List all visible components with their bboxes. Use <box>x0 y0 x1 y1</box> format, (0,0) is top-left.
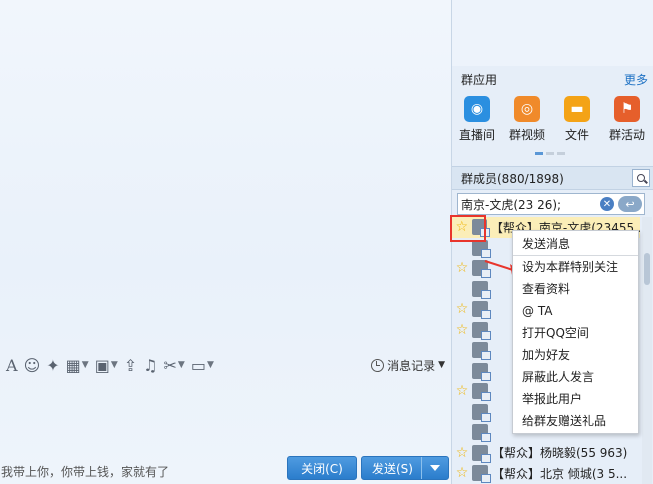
menu-item-report[interactable]: 举报此用户 <box>513 388 638 410</box>
highlight-box <box>450 215 486 242</box>
message-log-label: 消息记录 <box>387 358 436 373</box>
menu-item-special-follow[interactable]: 设为本群特别关注 <box>513 256 638 278</box>
avatar <box>472 424 491 443</box>
announcement-area <box>452 0 653 66</box>
member-search-input[interactable]: 南京-文虎(23 26); ✕ ↩ <box>457 193 645 215</box>
menu-item-mute[interactable]: 屏蔽此人发言 <box>513 366 638 388</box>
chevron-down-icon <box>430 465 440 471</box>
scissors-icon[interactable]: ✂ ▼ <box>164 353 185 377</box>
members-title: 群成员(880/1898) <box>461 171 564 186</box>
input-toolbar: A ☺ ✦ ▦ ▼ ▣ ▼ ⇪ ♫ ✂ ▼ ▭ ▼ 消息记录 ▼ <box>0 353 451 377</box>
enter-icon[interactable]: ↩ <box>618 196 642 212</box>
menu-item-view-profile[interactable]: 查看资料 <box>513 278 638 300</box>
page-dots <box>535 152 565 155</box>
group-apps-header: 群应用 更多 <box>452 68 653 90</box>
star-icon: ☆ <box>455 260 469 277</box>
chat-pane: A ☺ ✦ ▦ ▼ ▣ ▼ ⇪ ♫ ✂ ▼ ▭ ▼ 消息记录 ▼ 我带上你，你带上钱，家… <box>0 0 451 484</box>
gif-icon[interactable]: ▦ ▼ <box>66 353 89 377</box>
more-link[interactable]: 更多 <box>624 71 648 88</box>
screen-icon[interactable]: ▭ ▼ <box>191 353 214 377</box>
member-name: 【帮众】北京 倾城(3 5... <box>492 466 628 481</box>
group-video-icon: ◎ <box>514 96 540 122</box>
avatar <box>472 403 491 422</box>
avatar <box>472 444 491 463</box>
group-activity-icon: ⚑ <box>614 96 640 122</box>
avatar <box>472 239 491 258</box>
shake-icon[interactable]: ✦ <box>46 353 59 377</box>
music-icon[interactable]: ♫ <box>143 353 157 377</box>
member-row[interactable]: ☆ 【帮众】北京 倾城(3 5... <box>452 463 640 484</box>
menu-item-send-gift[interactable]: 给群友赠送礼品 <box>513 410 638 432</box>
member-name: 【帮众】杨晓毅(55 963) <box>492 446 628 461</box>
upload-icon[interactable]: ⇪ <box>124 353 137 377</box>
avatar <box>472 383 491 402</box>
app-live-room[interactable]: ◉ 直播间 <box>452 96 502 146</box>
members-header: 群成员(880/1898) <box>452 166 653 190</box>
menu-item-at[interactable]: @ TA <box>513 300 638 322</box>
group-apps-title: 群应用 <box>461 72 498 87</box>
star-icon: ☆ <box>455 383 469 400</box>
avatar <box>472 465 491 484</box>
close-button[interactable]: 关闭(C) <box>287 456 357 480</box>
menu-item-open-qzone[interactable]: 打开QQ空间 <box>513 322 638 344</box>
scrollbar[interactable] <box>642 217 652 484</box>
message-input[interactable]: 我带上你，你带上钱，家就有了 <box>1 463 169 480</box>
image-icon[interactable]: ▣ ▼ <box>95 353 118 377</box>
group-apps: ◉ 直播间 ◎ 群视频 ▬ 文件 ⚑ 群活动 <box>452 96 653 146</box>
star-icon: ☆ <box>455 444 469 461</box>
avatar <box>472 301 491 320</box>
app-label: 文件 <box>564 128 589 142</box>
chevron-down-icon: ▼ <box>438 360 445 370</box>
send-options-button[interactable] <box>421 457 448 479</box>
search-icon[interactable] <box>632 169 650 187</box>
app-files[interactable]: ▬ 文件 <box>552 96 602 146</box>
member-search-value: 南京-文虎(23 26); <box>461 197 562 212</box>
app-label: 群活动 <box>608 128 645 142</box>
send-button[interactable]: 发送(S) <box>361 456 449 480</box>
clock-icon <box>371 358 385 372</box>
app-label: 群视频 <box>508 128 545 142</box>
avatar <box>472 280 491 299</box>
menu-item-add-friend[interactable]: 加为好友 <box>513 344 638 366</box>
context-menu: 发送消息 设为本群特别关注 查看资料 @ TA 打开QQ空间 加为好友 屏蔽此人… <box>512 230 639 434</box>
avatar <box>472 342 491 361</box>
live-room-icon: ◉ <box>464 96 490 122</box>
star-icon: ☆ <box>455 465 469 482</box>
avatar <box>472 321 491 340</box>
avatar <box>472 362 491 381</box>
emoji-icon[interactable]: ☺ <box>24 353 41 377</box>
font-icon[interactable]: A <box>6 353 18 377</box>
star-icon: ☆ <box>455 321 469 338</box>
message-log-button[interactable]: 消息记录 ▼ <box>371 353 445 377</box>
app-label: 直播间 <box>458 128 495 142</box>
send-label: 发送(S) <box>372 461 413 476</box>
menu-item-send-message[interactable]: 发送消息 <box>513 233 638 256</box>
scrollbar-thumb[interactable] <box>644 253 650 285</box>
star-icon: ☆ <box>455 301 469 318</box>
app-group-activity[interactable]: ⚑ 群活动 <box>602 96 652 146</box>
member-row[interactable]: ☆ 【帮众】杨晓毅(55 963) <box>452 443 640 464</box>
folder-icon: ▬ <box>564 96 590 122</box>
clear-icon[interactable]: ✕ <box>600 197 614 211</box>
app-group-video[interactable]: ◎ 群视频 <box>502 96 552 146</box>
